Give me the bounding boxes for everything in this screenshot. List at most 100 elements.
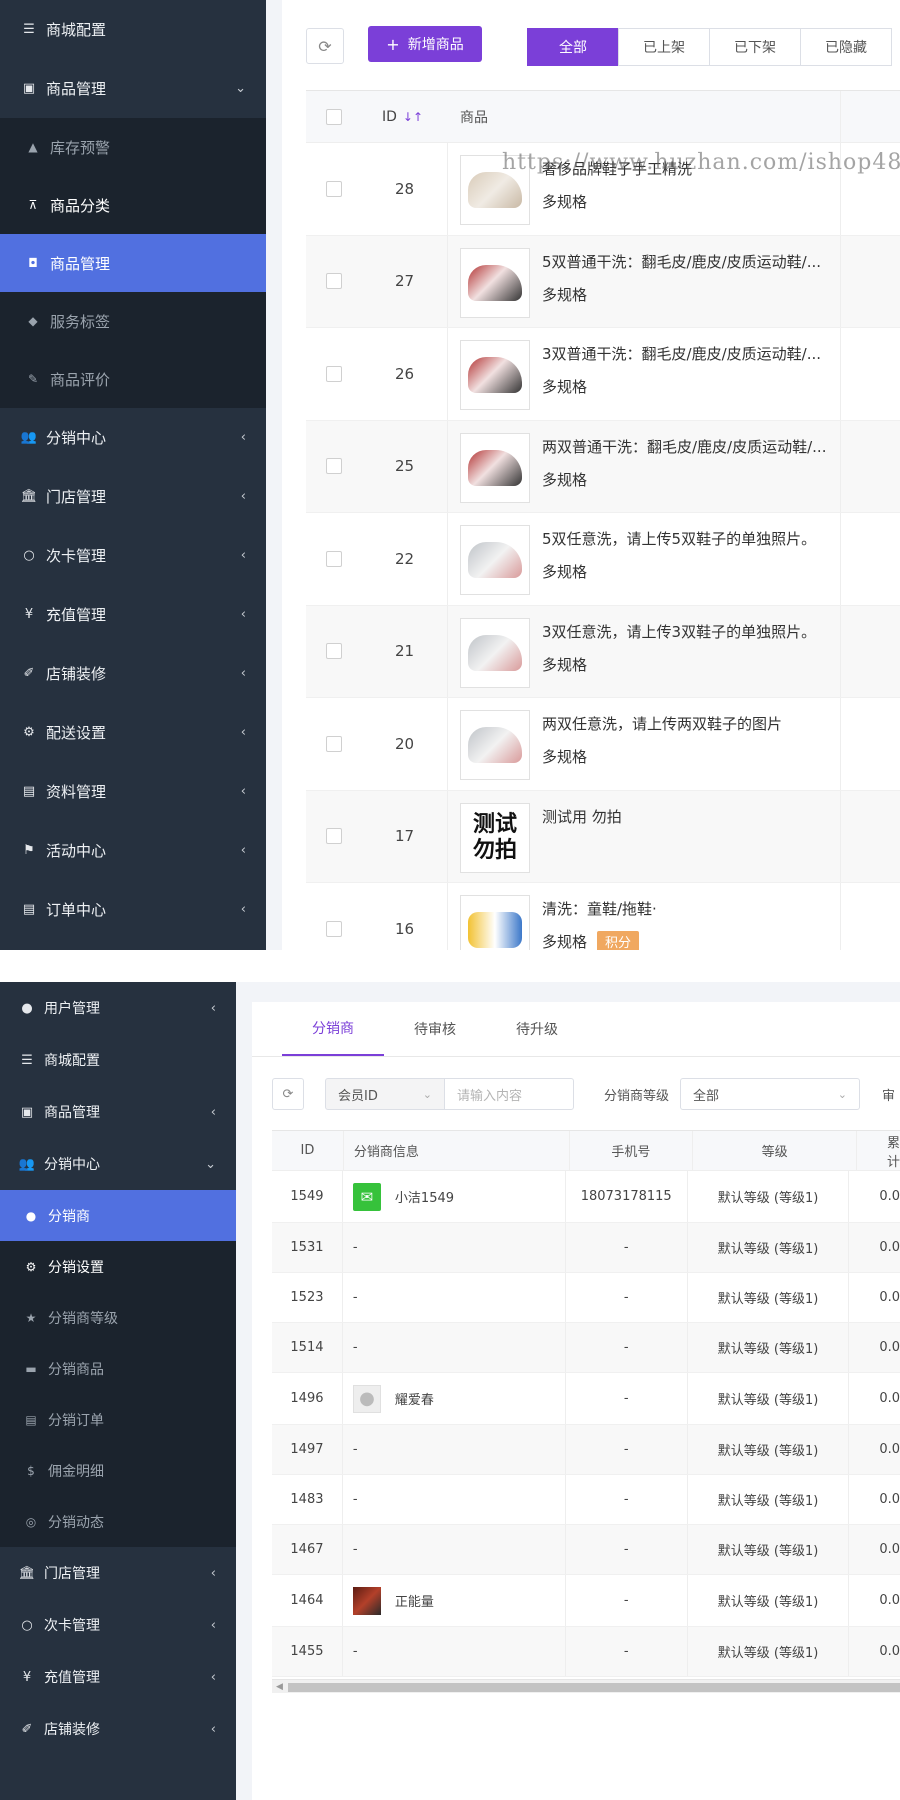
product-info: 5双任意洗，请上传5双鞋子的单独照片。 多规格 (542, 525, 832, 582)
product-name[interactable]: 测试用 勿拍 (542, 806, 832, 826)
sidebar-item-times-card[interactable]: ○ 次卡管理 ‹ (0, 1599, 236, 1651)
sidebar-item-goods-management[interactable]: ▣ 商品管理 ‹ (0, 1086, 236, 1138)
tab-hidden[interactable]: 已隐藏 (800, 28, 892, 66)
select-all-checkbox[interactable] (326, 108, 342, 125)
sidebar-submenu: ● 分销商 ⚙ 分销设置 ★ 分销商等级 ▬ 分销商品 ▤ 分销订单 $ 佣金明… (0, 1190, 236, 1547)
sidebar-item-label: 用户管理 (44, 1001, 100, 1017)
tab-off-shelf[interactable]: 已下架 (709, 28, 801, 66)
sidebar-item-delivery[interactable]: ⚙ 配送设置 ‹ (0, 703, 266, 762)
sidebar-item-distribution[interactable]: 👥 分销中心 ⌄ (0, 1138, 236, 1190)
row-checkbox[interactable] (326, 273, 342, 290)
product-thumbnail[interactable] (460, 432, 530, 503)
sidebar-item-goods-management[interactable]: ▣ 商品管理 ⌄ (0, 59, 266, 118)
search-input[interactable]: 请输入内容 (444, 1078, 574, 1110)
sort-icon[interactable]: ↓↑ (403, 110, 423, 124)
row-checkbox[interactable] (326, 828, 342, 845)
sidebar-item-commission-details[interactable]: $ 佣金明细 (0, 1445, 236, 1496)
product-name[interactable]: 清洗：童鞋/拖鞋· (542, 898, 832, 918)
tab-on-shelf[interactable]: 已上架 (618, 28, 710, 66)
row-checkbox[interactable] (326, 365, 342, 382)
level-select[interactable]: 全部 ⌄ (680, 1078, 860, 1110)
row-checkbox[interactable] (326, 643, 342, 660)
row-checkbox[interactable] (326, 180, 342, 197)
distributor-phone: 18073178115 (566, 1171, 688, 1222)
sidebar-item-distribution-goods[interactable]: ▬ 分销商品 (0, 1343, 236, 1394)
sidebar-item-distribution-orders[interactable]: ▤ 分销订单 (0, 1394, 236, 1445)
sidebar-item-stores[interactable]: 🏛 门店管理 ‹ (0, 467, 266, 526)
distributor-phone: - (566, 1273, 688, 1322)
tab-pending-upgrade[interactable]: 待升级 (486, 1002, 588, 1056)
add-goods-label: 新增商品 (407, 37, 464, 53)
row-check-cell (306, 180, 362, 197)
product-spec-text: 多规格 (542, 655, 588, 674)
distributor-table: ID 分销商信息 手机号 等级 累计 1549 ✉ 小洁1549 1807317811… (272, 1130, 900, 1677)
sidebar-item-users[interactable]: ● 用户管理 ‹ (0, 982, 236, 1034)
sidebar-item-goods-list[interactable]: ◘ 商品管理 (0, 234, 266, 292)
row-checkbox[interactable] (326, 458, 342, 475)
sidebar-item-goods-category[interactable]: ⊼ 商品分类 (0, 176, 266, 234)
sidebar-item-label: 门店管理 (44, 1566, 100, 1582)
product-thumbnail[interactable] (460, 617, 530, 688)
distributor-phone: - (566, 1323, 688, 1372)
row-checkbox[interactable] (326, 550, 342, 567)
product-spec-text: 多规格 (542, 285, 588, 304)
sidebar-item-activities[interactable]: ⚑ 活动中心 ‹ (0, 821, 266, 880)
sliders-icon: ☰ (21, 1052, 33, 1068)
sidebar-item-distributors[interactable]: ● 分销商 (0, 1190, 236, 1241)
product-name[interactable]: 3双普通干洗：翻毛皮/鹿皮/皮质运动鞋/... (542, 343, 832, 363)
add-goods-button[interactable]: + 新增商品 (368, 26, 482, 62)
sidebar-item-mall-config[interactable]: ☰ 商城配置 (0, 0, 266, 59)
member-field-select[interactable]: 会员ID ⌄ (325, 1078, 445, 1110)
sidebar-item-label: 订单中心 (46, 901, 107, 919)
product-thumbnail[interactable] (460, 340, 530, 410)
sidebar-item-goods-reviews[interactable]: ✎ 商品评价 (0, 350, 266, 408)
product-name[interactable]: 5双普通干洗：翻毛皮/鹿皮/皮质运动鞋/... (542, 251, 832, 271)
chevron-left-icon: ‹ (240, 607, 246, 622)
product-thumbnail[interactable]: 测试 勿拍 (460, 802, 530, 873)
sidebar-item-recharge[interactable]: ¥ 充值管理 ‹ (0, 1651, 236, 1703)
goods-toolbar: ⟳ + 新增商品 全部 已上架 已下架 已隐藏 (306, 24, 900, 66)
sidebar-item-shop-decoration[interactable]: ✐ 店铺装修 ‹ (0, 1703, 236, 1755)
product-thumbnail[interactable] (460, 247, 530, 318)
sidebar-item-distribution[interactable]: 👥 分销中心 ‹ (0, 408, 266, 467)
product-thumbnail[interactable] (460, 525, 530, 595)
scrollbar-thumb[interactable] (288, 1683, 900, 1692)
sidebar-item-materials[interactable]: ▤ 资料管理 ‹ (0, 762, 266, 821)
chevron-left-icon: ‹ (240, 843, 246, 858)
tab-distributors[interactable]: 分销商 (282, 1002, 384, 1056)
sidebar-item-stores[interactable]: 🏛 门店管理 ‹ (0, 1547, 236, 1599)
refresh-button[interactable]: ⟳ (306, 28, 344, 64)
tab-pending-review[interactable]: 待审核 (384, 1002, 486, 1056)
sidebar-item-stock-warning[interactable]: ▲ 库存预警 (0, 118, 266, 176)
shoe-image (468, 727, 522, 763)
sidebar-item-distributor-levels[interactable]: ★ 分销商等级 (0, 1292, 236, 1343)
sidebar-item-mall-config[interactable]: ☰ 商城配置 (0, 1034, 236, 1086)
table-row: 1531- - 默认等级 (等级1) 0.0 (272, 1223, 900, 1273)
refresh-button[interactable]: ⟳ (272, 1078, 304, 1110)
row-checkbox[interactable] (326, 920, 342, 937)
product-info: 5双普通干洗：翻毛皮/鹿皮/皮质运动鞋/... 多规格 (542, 248, 832, 305)
product-name[interactable]: 3双任意洗，请上传3双鞋子的单独照片。 (542, 621, 832, 641)
product-thumbnail[interactable] (460, 710, 530, 780)
sidebar-item-distribution-settings[interactable]: ⚙ 分销设置 (0, 1241, 236, 1292)
gears-icon: ⚙ (23, 725, 35, 740)
row-checkbox[interactable] (326, 735, 342, 752)
sidebar-item-service-tags[interactable]: ◆ 服务标签 (0, 292, 266, 350)
product-name[interactable]: 两双任意洗，请上传两双鞋子的图片 (542, 713, 832, 733)
id-column-header[interactable]: ID ↓↑ (362, 91, 448, 142)
sidebar-item-label: 分销动态 (48, 1514, 104, 1531)
sidebar-item-recharge[interactable]: ¥ 充值管理 ‹ (0, 585, 266, 644)
horizontal-scrollbar[interactable]: ◀ (272, 1679, 900, 1693)
sidebar-item-shop-decoration[interactable]: ✐ 店铺装修 ‹ (0, 644, 266, 703)
sidebar-item-distribution-feed[interactable]: ◎ 分销动态 (0, 1496, 236, 1547)
product-name[interactable]: 两双普通干洗：翻毛皮/鹿皮/皮质运动鞋/... (542, 436, 832, 456)
scroll-left-icon[interactable]: ◀ (276, 1680, 283, 1694)
product-thumbnail[interactable] (460, 895, 530, 950)
sidebar-item-times-card[interactable]: ○ 次卡管理 ‹ (0, 526, 266, 585)
product-name[interactable]: 5双任意洗，请上传5双鞋子的单独照片。 (542, 528, 832, 548)
sidebar-item-label: 店铺装修 (44, 1722, 100, 1738)
sidebar-item-orders[interactable]: ▤ 订单中心 ‹ (0, 880, 266, 939)
distributor-content: 分销商 待审核 待升级 ⟳ 会员ID ⌄ 请输入内容 分销商等级 全部 ⌄ 审 … (252, 1002, 900, 1800)
row-check-cell (306, 550, 362, 567)
tab-all[interactable]: 全部 (527, 28, 619, 66)
